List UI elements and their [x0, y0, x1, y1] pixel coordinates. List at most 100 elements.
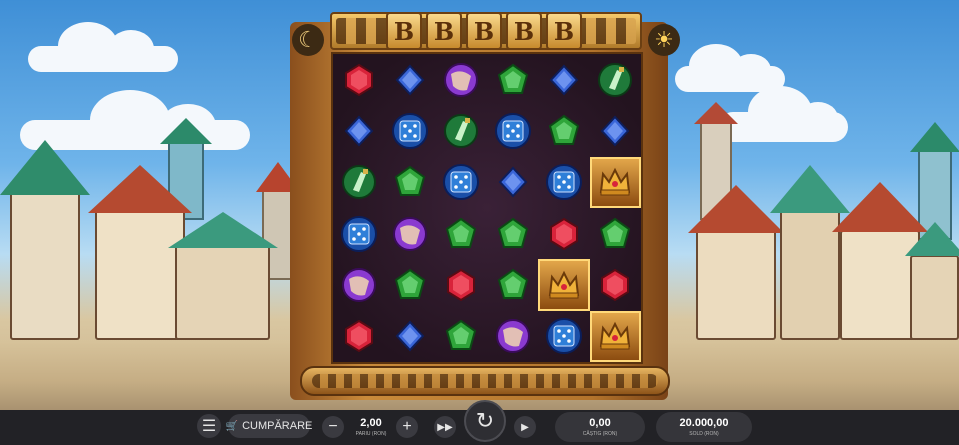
red-gem-icon: [549, 217, 578, 250]
symbol-blue-gem: [333, 105, 384, 156]
blue-dice-icon: [340, 215, 377, 252]
turbo-button[interactable]: ▶▶: [434, 416, 456, 438]
blue-dice-icon: [545, 318, 582, 355]
symbol-red-gem: [333, 54, 384, 105]
green-gem-icon: [394, 268, 426, 299]
multiplier-tile: B: [426, 12, 462, 50]
symbol-blue-dice: [436, 157, 487, 208]
blue-dice-icon: [494, 112, 531, 149]
symbol-blue-dice: [538, 311, 589, 362]
symbol-purple-orb: [384, 208, 435, 259]
symbol-purple-orb: [333, 259, 384, 310]
bet-decrease-button[interactable]: −: [322, 416, 344, 438]
green-potion-icon: [598, 62, 633, 97]
symbol-crown: [589, 310, 641, 362]
symbol-red-gem: [333, 311, 384, 362]
green-gem-icon: [446, 217, 477, 248]
red-gem-icon: [447, 268, 476, 302]
red-gem-icon: [344, 63, 373, 96]
balance-label: SOLD (RON): [689, 431, 719, 437]
fast-forward-icon: ▶▶: [437, 421, 453, 433]
green-gem-icon: [548, 114, 580, 145]
symbol-green-potion: [590, 54, 641, 105]
minus-icon: −: [328, 418, 338, 435]
balance-value: 20.000,00: [679, 417, 729, 429]
blue-gem-icon: [498, 166, 528, 198]
blue-gem-icon: [395, 64, 425, 96]
buy-feature-button[interactable]: 🛒 CUMPĂRARE: [225, 414, 313, 438]
blue-gem-icon: [549, 64, 579, 96]
green-gem-icon: [446, 320, 477, 351]
symbol-green-gem: [487, 208, 538, 259]
purple-orb-icon: [495, 319, 530, 354]
blue-dice-icon: [443, 164, 480, 201]
symbol-blue-gem: [384, 311, 435, 362]
symbol-blue-gem: [384, 54, 435, 105]
green-gem-icon: [394, 166, 426, 197]
win-label: CÂȘTIG (RON): [582, 431, 618, 437]
purple-orb-icon: [392, 216, 427, 251]
multiplier-tile: B: [466, 12, 502, 50]
play-icon: ▶: [521, 421, 529, 433]
symbol-blue-gem: [538, 54, 589, 105]
spin-button[interactable]: ↻: [464, 400, 506, 442]
win-display: 0,00 CÂȘTIG (RON): [555, 412, 645, 442]
symbol-green-gem: [487, 259, 538, 310]
symbol-blue-dice: [538, 157, 589, 208]
balance-display: 20.000,00 SOLD (RON): [656, 412, 752, 442]
cart-icon: 🛒: [225, 420, 239, 432]
win-value: 0,00: [589, 417, 611, 429]
blue-dice-icon: [391, 112, 428, 149]
bet-increase-button[interactable]: +: [396, 416, 418, 438]
green-gem-icon: [497, 268, 528, 299]
green-gem-icon: [497, 217, 528, 248]
purple-orb-icon: [444, 62, 479, 97]
symbol-green-gem: [590, 208, 641, 259]
autoplay-button[interactable]: ▶: [514, 416, 536, 438]
buy-label: CUMPĂRARE: [242, 420, 313, 432]
bet-value: 2,00: [360, 417, 382, 429]
symbol-blue-gem: [487, 157, 538, 208]
crown-icon: [548, 270, 580, 299]
hamburger-icon: ☰: [201, 418, 217, 435]
symbol-blue-dice: [384, 105, 435, 156]
refresh-icon: ↻: [475, 408, 495, 433]
symbol-blue-gem: [590, 105, 641, 156]
green-gem-icon: [600, 217, 631, 248]
green-gem-icon: [497, 63, 528, 94]
symbol-green-gem: [487, 54, 538, 105]
blue-gem-icon: [600, 115, 630, 147]
sun-icon: ☀: [648, 24, 680, 56]
bet-display: 2,00 PARIU (RON): [348, 412, 394, 442]
menu-button[interactable]: ☰: [197, 414, 221, 438]
blue-gem-icon: [395, 320, 425, 352]
multiplier-row: B B B B B: [386, 12, 582, 50]
multiplier-tile: B: [506, 12, 542, 50]
multiplier-tile: B: [386, 12, 422, 50]
symbol-green-gem: [538, 105, 589, 156]
red-gem-icon: [344, 320, 373, 353]
symbol-green-potion: [333, 157, 384, 208]
moon-icon: ☾: [292, 24, 324, 56]
symbol-green-gem: [384, 259, 435, 310]
symbol-green-gem: [384, 157, 435, 208]
purple-orb-icon: [341, 267, 376, 302]
blue-gem-icon: [344, 115, 374, 147]
symbol-red-gem: [436, 259, 487, 310]
green-potion-icon: [341, 165, 376, 200]
symbol-grid: [333, 54, 641, 362]
symbol-blue-dice: [333, 208, 384, 259]
symbol-purple-orb: [487, 311, 538, 362]
crown-icon: [600, 322, 631, 350]
symbol-green-gem: [436, 311, 487, 362]
blue-dice-icon: [545, 164, 582, 201]
plus-icon: +: [402, 418, 412, 435]
multiplier-tile: B: [546, 12, 582, 50]
symbol-red-gem: [538, 208, 589, 259]
symbol-green-potion: [436, 105, 487, 156]
symbol-green-gem: [436, 208, 487, 259]
symbol-crown: [538, 259, 590, 311]
crown-icon: [600, 168, 631, 196]
reel-footer: [300, 366, 670, 396]
symbol-crown: [589, 156, 641, 208]
